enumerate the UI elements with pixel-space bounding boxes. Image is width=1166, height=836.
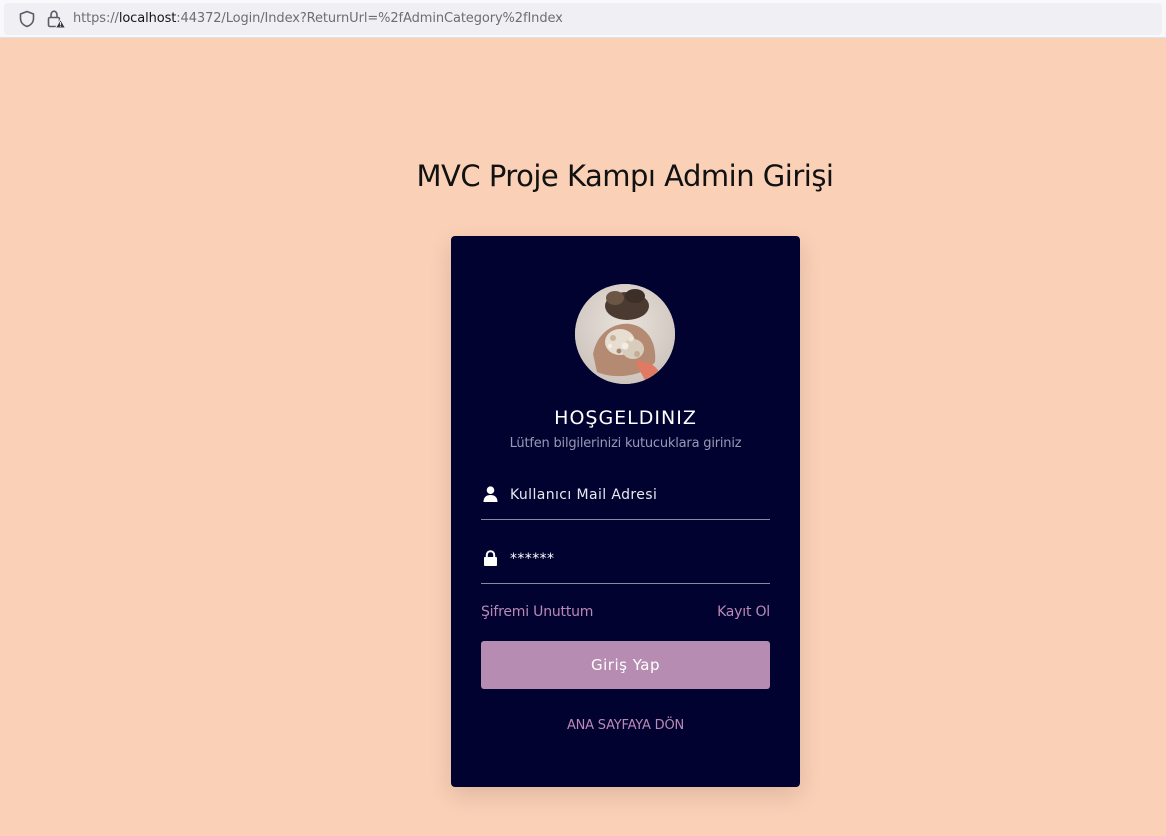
password-input[interactable] <box>510 544 760 574</box>
welcome-subtitle: Lütfen bilgilerinizi kutucuklara giriniz <box>509 436 742 451</box>
password-field <box>481 538 770 584</box>
url-text[interactable]: https://localhost:44372/Login/Index?Retu… <box>73 11 563 26</box>
avatar-photo <box>575 284 675 384</box>
welcome-heading: HOŞGELDINIZ <box>554 407 697 429</box>
home-link[interactable]: ANA SAYFAYA DÖN <box>451 718 800 733</box>
url-host: localhost <box>118 11 177 26</box>
username-field <box>481 474 770 520</box>
url-path: :44372/Login/Index?ReturnUrl=%2fAdminCat… <box>176 11 563 26</box>
login-card: HOŞGELDINIZ Lütfen bilgilerinizi kutucuk… <box>451 236 800 787</box>
address-bar[interactable]: https://localhost:44372/Login/Index?Retu… <box>4 3 1162 35</box>
page-title: MVC Proje Kampı Admin Girişi <box>416 159 834 194</box>
register-link[interactable]: Kayıt Ol <box>717 604 770 620</box>
login-button[interactable]: Giriş Yap <box>481 641 770 689</box>
browser-toolbar: https://localhost:44372/Login/Index?Retu… <box>0 0 1166 38</box>
shield-icon[interactable] <box>18 10 36 28</box>
lock-warning-icon[interactable] <box>46 9 66 29</box>
lock-icon <box>484 550 497 566</box>
username-input[interactable] <box>510 480 760 510</box>
forgot-password-link[interactable]: Şifremi Unuttum <box>481 604 593 620</box>
avatar <box>575 284 675 384</box>
user-icon <box>483 486 498 502</box>
url-prefix: https:// <box>73 11 119 26</box>
